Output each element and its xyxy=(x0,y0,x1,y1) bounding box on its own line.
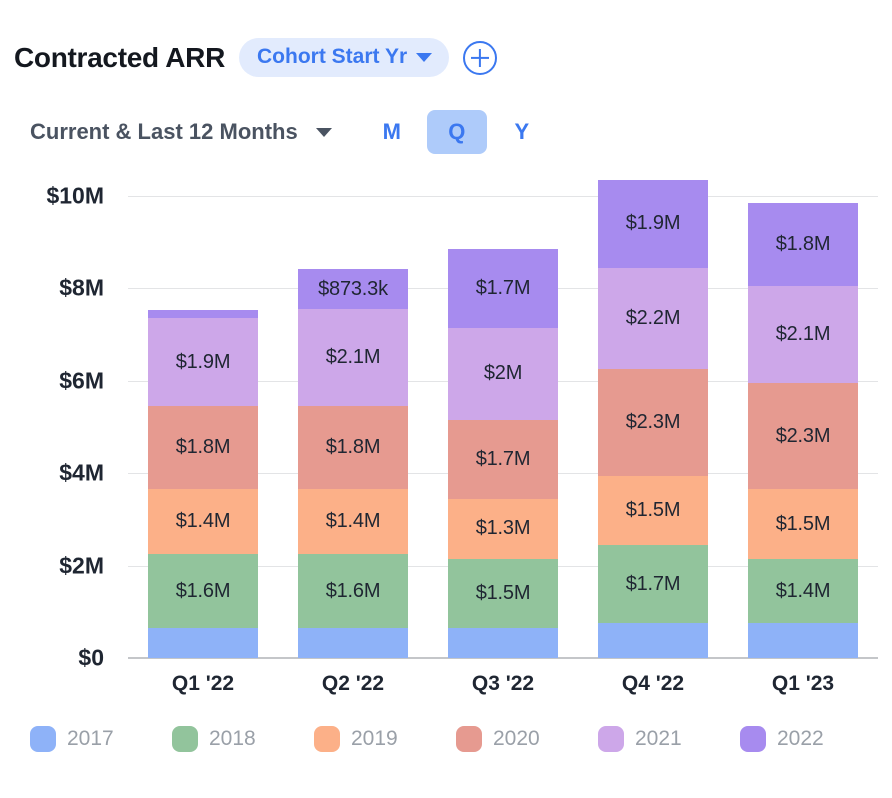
x-axis-tick-label: Q1 '23 xyxy=(771,672,835,695)
bar-segment-value-label: $1.9M xyxy=(625,212,681,235)
bar-segment-value-label: $1.3M xyxy=(475,517,531,540)
bar-segment-2017[interactable] xyxy=(448,627,558,658)
bar-segment-2021[interactable]: $2.1M xyxy=(298,309,408,407)
bar-segment-2021[interactable]: $1.9M xyxy=(148,318,258,407)
bar-segment-value-label: $1.7M xyxy=(475,276,531,299)
bar-segment-2019[interactable]: $1.3M xyxy=(448,498,558,559)
bar-segment-value-label: $1.4M xyxy=(775,579,831,602)
bar-segment-2020[interactable]: $1.8M xyxy=(298,406,408,490)
bar-segment-value-label: $1.4M xyxy=(175,510,231,533)
x-axis-tick-label: Q3 '22 xyxy=(471,672,535,695)
chart-legend: 2017 2018 2019 2020 2021 2022 xyxy=(30,726,824,752)
bar-segment-value-label: $873.3k xyxy=(318,277,388,300)
legend-swatch xyxy=(30,726,56,752)
bar-segment-value-label: $1.5M xyxy=(625,498,681,521)
y-axis-tick-label: $4M xyxy=(59,459,104,486)
bar-segment-value-label: $2.1M xyxy=(325,346,381,369)
bar-segment-value-label: $1.6M xyxy=(325,579,381,602)
bar-segment-2017[interactable] xyxy=(148,627,258,658)
bar-segment-value-label: $1.7M xyxy=(475,447,531,470)
bar-segment-value-label: $1.4M xyxy=(325,510,381,533)
bar-segment-2017[interactable] xyxy=(598,623,708,658)
y-axis-tick-label: $8M xyxy=(59,274,104,301)
x-axis-tick-label: Q1 '22 xyxy=(171,672,235,695)
bar-segment-2017[interactable] xyxy=(298,627,408,658)
legend-item-2019[interactable]: 2019 xyxy=(314,726,456,752)
bar-q222[interactable]: $1.6M $1.4M $1.8M $2.1M $873.3k xyxy=(298,268,408,658)
bar-segment-2020[interactable]: $2.3M xyxy=(748,383,858,490)
bar-segment-value-label: $2.2M xyxy=(625,306,681,329)
bar-segment-2021[interactable]: $2.2M xyxy=(598,267,708,370)
bar-segment-value-label: $1.7M xyxy=(625,572,681,595)
bar-segment-2019[interactable]: $1.4M xyxy=(148,489,258,555)
x-axis-tick-label: Q4 '22 xyxy=(621,672,685,695)
legend-label: 2020 xyxy=(493,727,540,750)
y-axis-tick-label: $6M xyxy=(59,367,104,394)
bar-segment-2019[interactable]: $1.5M xyxy=(598,475,708,545)
bar-segment-value-label: $2.3M xyxy=(775,424,831,447)
bar-segment-2018[interactable]: $1.6M xyxy=(148,554,258,628)
bar-segment-value-label: $1.5M xyxy=(775,512,831,535)
bar-segment-2018[interactable]: $1.6M xyxy=(298,554,408,628)
bar-segment-value-label: $1.8M xyxy=(325,436,381,459)
bar-segment-value-label: $1.8M xyxy=(775,233,831,256)
bar-segment-2017[interactable] xyxy=(748,623,858,658)
legend-swatch xyxy=(598,726,624,752)
legend-item-2017[interactable]: 2017 xyxy=(30,726,172,752)
bar-segment-value-label: $2.3M xyxy=(625,410,681,433)
bar-segment-2022[interactable]: $1.7M xyxy=(448,249,558,328)
bar-segment-2022[interactable]: $1.9M xyxy=(598,179,708,268)
y-axis-tick-label: $10M xyxy=(46,182,104,209)
bar-segment-2018[interactable]: $1.7M xyxy=(598,544,708,624)
bar-segment-value-label: $1.5M xyxy=(475,581,531,604)
bar-segment-2022[interactable]: $1.8M xyxy=(748,202,858,287)
legend-item-2018[interactable]: 2018 xyxy=(172,726,314,752)
x-axis-tick-label: Q2 '22 xyxy=(321,672,385,695)
bar-segment-2020[interactable]: $1.7M xyxy=(448,420,558,499)
bar-segment-value-label: $2M xyxy=(483,362,523,385)
legend-item-2020[interactable]: 2020 xyxy=(456,726,598,752)
y-axis-tick-label: $0 xyxy=(78,644,104,671)
bar-segment-value-label: $1.9M xyxy=(175,350,231,373)
bar-segment-value-label: $1.8M xyxy=(175,436,231,459)
gridline xyxy=(128,196,878,197)
arr-chart-page: Contracted ARR Cohort Start Yr Current &… xyxy=(0,0,892,798)
legend-item-2021[interactable]: 2021 xyxy=(598,726,740,752)
legend-swatch xyxy=(172,726,198,752)
legend-label: 2017 xyxy=(67,727,114,750)
legend-swatch xyxy=(314,726,340,752)
legend-label: 2022 xyxy=(777,727,824,750)
bar-segment-2020[interactable]: $2.3M xyxy=(598,369,708,476)
bar-segment-2022[interactable]: $873.3k xyxy=(298,268,408,310)
bar-segment-2018[interactable]: $1.4M xyxy=(748,558,858,624)
plot-area: $1.6M $1.4M $1.8M $1.9M $1.6M $1.4M $1.8M $2.1M… xyxy=(128,179,878,659)
legend-swatch xyxy=(740,726,766,752)
legend-label: 2021 xyxy=(635,727,682,750)
stacked-bar-chart: $0 $2M $4M $6M $8M $10M $1.6M $1.4M $1.8M $1.9M $… xyxy=(0,0,892,798)
legend-label: 2019 xyxy=(351,727,398,750)
bar-segment-2020[interactable]: $1.8M xyxy=(148,406,258,490)
bar-segment-2019[interactable]: $1.4M xyxy=(298,489,408,555)
bar-segment-value-label: $2.1M xyxy=(775,323,831,346)
bar-segment-2019[interactable]: $1.5M xyxy=(748,489,858,559)
bar-segment-value-label: $1.6M xyxy=(175,579,231,602)
legend-swatch xyxy=(456,726,482,752)
bar-q422[interactable]: $1.7M $1.5M $2.3M $2.2M $1.9M xyxy=(598,179,708,658)
bar-q123[interactable]: $1.4M $1.5M $2.3M $2.1M $1.8M xyxy=(748,202,858,658)
legend-label: 2018 xyxy=(209,727,256,750)
bar-q322[interactable]: $1.5M $1.3M $1.7M $2M $1.7M xyxy=(448,249,558,658)
bar-segment-2022[interactable] xyxy=(148,310,258,319)
legend-item-2022[interactable]: 2022 xyxy=(740,726,824,752)
bar-q122[interactable]: $1.6M $1.4M $1.8M $1.9M xyxy=(148,310,258,658)
bar-segment-2021[interactable]: $2M xyxy=(448,327,558,421)
y-axis-tick-label: $2M xyxy=(59,552,104,579)
bar-segment-2021[interactable]: $2.1M xyxy=(748,286,858,384)
bar-segment-2018[interactable]: $1.5M xyxy=(448,558,558,628)
